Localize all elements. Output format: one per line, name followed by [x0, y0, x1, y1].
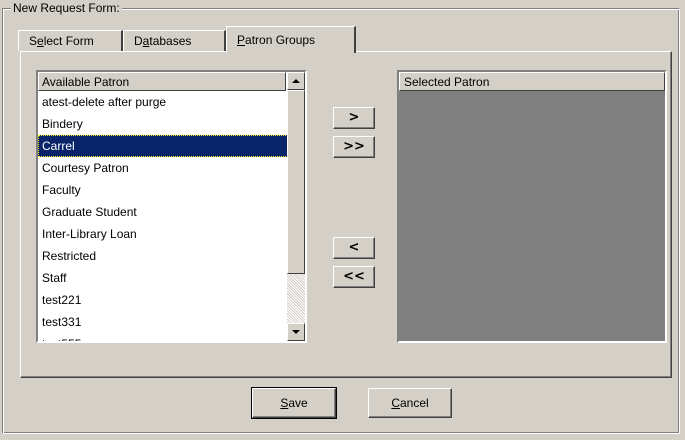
list-item[interactable]: Restricted [38, 245, 288, 267]
scroll-thumb[interactable] [287, 90, 305, 274]
tab-select-form[interactable]: Select Form [18, 30, 123, 51]
tab-databases[interactable]: Databases [123, 30, 226, 51]
list-item[interactable]: atest-delete after purge [38, 91, 288, 113]
available-patron-header[interactable]: Available Patron [38, 72, 286, 91]
arrow-up-icon [292, 79, 300, 83]
group-title: New Request Form: [11, 1, 122, 15]
cancel-button[interactable]: Cancel [368, 388, 452, 418]
available-scrollbar[interactable] [287, 72, 305, 341]
list-item[interactable]: Inter-Library Loan [38, 223, 288, 245]
save-button[interactable]: Save [251, 387, 337, 419]
list-item[interactable]: test555 [38, 333, 288, 341]
list-item[interactable]: test331 [38, 311, 288, 333]
arrow-down-icon [292, 330, 300, 334]
add-all-button[interactable]: >> [333, 136, 375, 158]
list-item[interactable]: Carrel [38, 135, 288, 157]
remove-all-button[interactable]: << [333, 266, 375, 288]
list-item[interactable]: Courtesy Patron [38, 157, 288, 179]
remove-button[interactable]: < [333, 237, 375, 259]
list-item[interactable]: Graduate Student [38, 201, 288, 223]
selected-patron-header[interactable]: Selected Patron [399, 72, 665, 91]
selected-patron-list[interactable]: Selected Patron [397, 70, 667, 343]
available-patron-list[interactable]: Available Patron atest-delete after purg… [36, 70, 307, 343]
available-patron-items: atest-delete after purge Bindery Carrel Cou… [38, 91, 288, 341]
add-button[interactable]: > [333, 107, 375, 129]
list-item[interactable]: test221 [38, 289, 288, 311]
list-item[interactable]: Faculty [38, 179, 288, 201]
list-item[interactable]: Bindery [38, 113, 288, 135]
scroll-down-button[interactable] [287, 323, 305, 341]
tab-patron-groups[interactable]: Patron Groups [226, 26, 356, 53]
scroll-up-button[interactable] [287, 72, 305, 90]
list-item[interactable]: Staff [38, 267, 288, 289]
